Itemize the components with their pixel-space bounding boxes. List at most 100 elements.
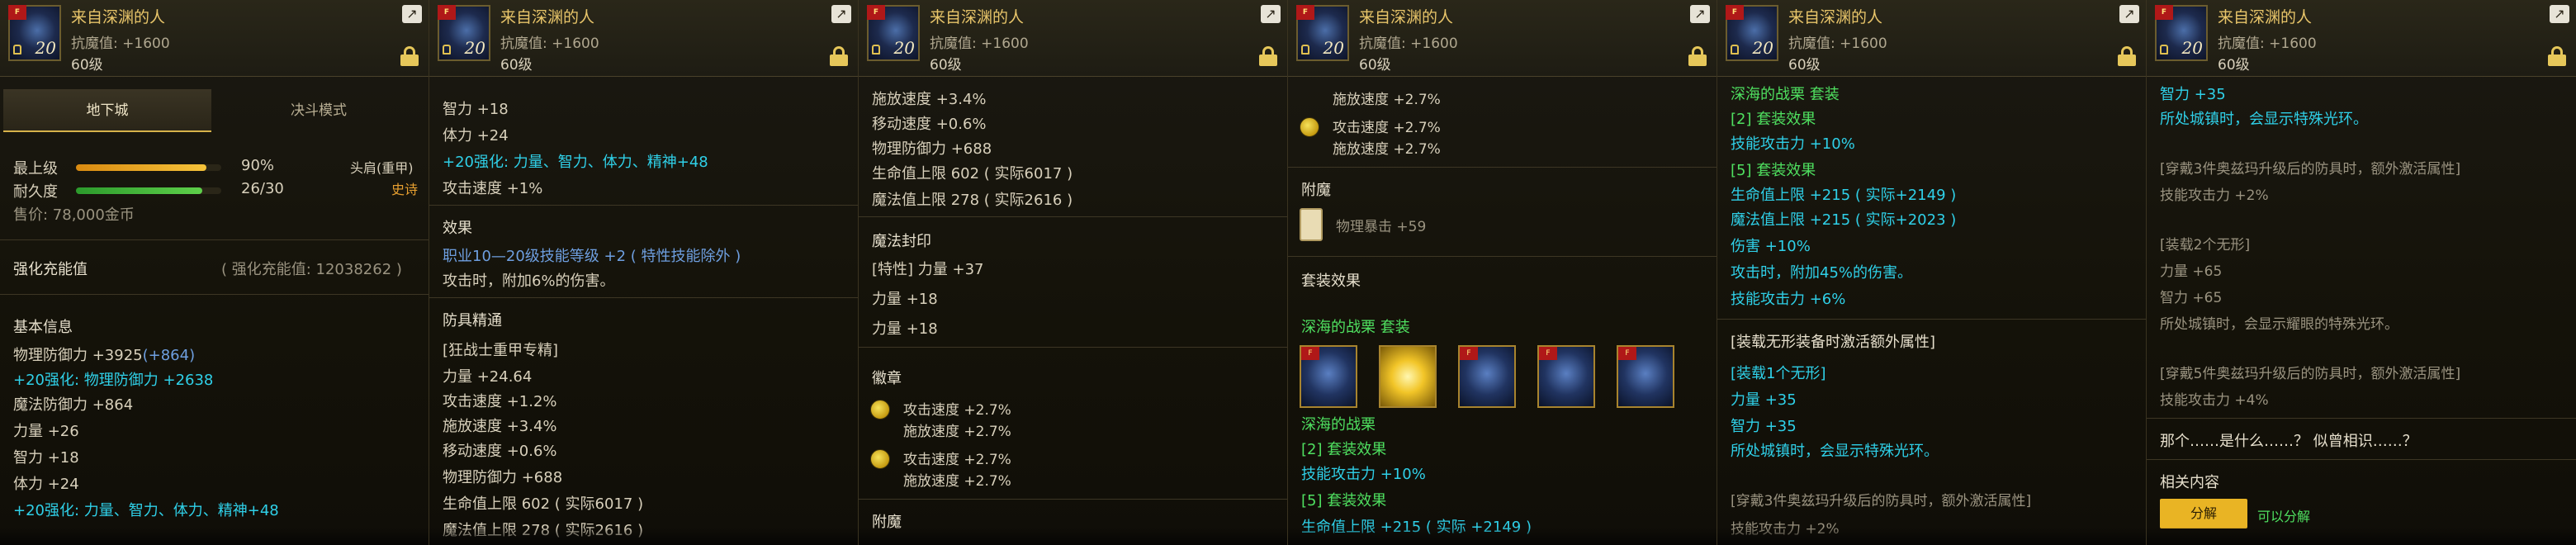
emblem-cast-top: 施放速度 +2.7% xyxy=(1333,92,1441,108)
ozma-3-line: 技能攻击力 +2% xyxy=(2160,187,2269,204)
share-icon[interactable]: ↗ xyxy=(1261,5,1281,23)
tooltip-panel-5: F 20 来自深渊的人 抗魔值: +1600 60级 ↗ 深海的战栗 套装 [2… xyxy=(1717,0,2147,545)
item-header: F 20 来自深渊的人 抗魔值: +1600 60级 ↗ xyxy=(2147,0,2576,77)
can-decompose-label: 可以分解 xyxy=(2257,509,2311,524)
lock-icon[interactable] xyxy=(1259,46,1277,66)
set-5-atk-extra: 攻击时，附加45%的伤害。 xyxy=(1731,264,1913,282)
icon-tag: F xyxy=(1726,5,1744,20)
lock-icon[interactable] xyxy=(830,46,848,66)
mastery-sub: [狂战士重甲专精] xyxy=(443,342,559,359)
tooltip-strip: F 20 来自深渊的人 抗魔值: +1600 60级 ↗ 地下城 决斗模式 最上… xyxy=(0,0,2576,545)
atk-speed: 攻击速度 +1% xyxy=(443,180,543,197)
stat-int: 智力 +18 xyxy=(13,449,79,467)
flavor-text: 那个……是什么……？ 似曾相识……？ xyxy=(2160,433,2417,450)
ozma-3: [穿戴3件奥兹玛升级后的防具时，额外激活属性] xyxy=(2160,161,2461,178)
phys-def: 物理防御力 +688 xyxy=(872,140,992,158)
atk-extra-dmg: 攻击时，附加6%的伤害。 xyxy=(443,272,615,290)
item-icon[interactable]: F 20 xyxy=(8,5,61,61)
emblem-2-atk: 攻击速度 +2.7% xyxy=(903,452,1011,468)
item-name: 来自深渊的人 xyxy=(930,8,1025,26)
set-2-line: 技能攻击力 +10% xyxy=(1301,466,1426,483)
item-level: 60级 xyxy=(1359,57,1391,73)
sell-price: 售价: 78,000金币 xyxy=(13,206,135,224)
icon-lock-icon xyxy=(1731,45,1739,54)
ozma-note: [穿戴3件奥兹玛升级后的防具时，额外激活属性] xyxy=(1731,493,2032,509)
basic-info-title: 基本信息 xyxy=(13,319,73,336)
enchant-crit: 物理暴击 +59 xyxy=(1336,219,1427,235)
effect-title: 效果 xyxy=(443,220,472,237)
shapeless-int: 智力 +35 xyxy=(1731,418,1797,435)
set-piece-icon[interactable]: F xyxy=(1300,345,1357,408)
grade-bar xyxy=(76,164,221,171)
lock-icon[interactable] xyxy=(400,46,419,66)
set-2-line: 技能攻击力 +10% xyxy=(1731,135,1855,153)
tab-dungeon[interactable]: 地下城 xyxy=(3,89,211,132)
mag-def: 魔法防御力 +864 xyxy=(13,396,134,414)
icon-lock-icon xyxy=(13,45,21,54)
set-piece-icon[interactable]: F xyxy=(1458,345,1516,408)
decompose-button[interactable]: 分解 xyxy=(2160,499,2247,528)
set-5-label: [5] 套装效果 xyxy=(1731,162,1816,179)
item-icon[interactable]: F 20 xyxy=(1726,5,1778,61)
item-resist: 抗魔值: +1600 xyxy=(1788,36,1887,52)
item-level: 60级 xyxy=(71,57,103,73)
icon-lock-icon xyxy=(872,45,880,54)
set-5-label: [5] 套装效果 xyxy=(1301,492,1387,509)
item-resist: 抗魔值: +1600 xyxy=(500,36,599,52)
item-icon[interactable]: F 20 xyxy=(867,5,920,61)
stat-str: 力量 +26 xyxy=(13,423,79,440)
share-icon[interactable]: ↗ xyxy=(402,5,422,23)
emblem-icon[interactable] xyxy=(870,449,890,469)
set-piece-icon[interactable] xyxy=(1379,345,1437,408)
mode-tabs: 地下城 决斗模式 xyxy=(0,89,429,132)
share-icon[interactable]: ↗ xyxy=(2119,5,2139,23)
r20-stats: +20强化: 力量、智力、体力、精神+48 xyxy=(443,154,708,171)
set-name: 深海的战栗 套装 xyxy=(1301,319,1410,336)
mastery-title: 防具精通 xyxy=(443,312,502,329)
icon-level: 20 xyxy=(893,38,915,58)
hp-max: 生命值上限 602 ( 实际6017 ) xyxy=(872,165,1073,182)
emblem-icon[interactable] xyxy=(1300,117,1319,137)
icon-level: 20 xyxy=(1323,38,1344,58)
tab-pvp[interactable]: 决斗模式 xyxy=(215,89,423,132)
reinforce-value: ( 强化充能值: 12038262 ) xyxy=(221,261,402,278)
enchant-card-icon[interactable] xyxy=(1300,208,1323,241)
item-icon[interactable]: F 20 xyxy=(438,5,490,61)
set-piece-icon[interactable]: F xyxy=(1537,345,1595,408)
stat-vit: 体力 +24 xyxy=(13,476,79,493)
lock-icon[interactable] xyxy=(1688,46,1707,66)
seal-str-1: 力量 +18 xyxy=(872,291,938,308)
icon-tag: F xyxy=(867,5,885,20)
item-header: F 20 来自深渊的人 抗魔值: +1600 60级 ↗ xyxy=(1717,0,2146,77)
icon-lock-icon xyxy=(1301,45,1309,54)
related-title: 相关内容 xyxy=(2160,474,2219,491)
emblem-cast: 施放速度 +2.7% xyxy=(1333,141,1441,158)
item-name: 来自深渊的人 xyxy=(500,8,595,26)
item-name: 来自深渊的人 xyxy=(1359,8,1454,26)
tooltip-panel-3: F 20 来自深渊的人 抗魔值: +1600 60级 ↗ 施放速度 +3.4% … xyxy=(859,0,1288,545)
lock-icon[interactable] xyxy=(2118,46,2136,66)
phys-def: 物理防御力 +3925(+864) xyxy=(13,347,196,364)
item-name: 来自深渊的人 xyxy=(1788,8,1883,26)
item-icon[interactable]: F 20 xyxy=(1296,5,1349,61)
icon-tag: F xyxy=(8,5,26,20)
share-icon[interactable]: ↗ xyxy=(831,5,851,23)
lock-icon[interactable] xyxy=(2548,46,2566,66)
share-icon[interactable]: ↗ xyxy=(2550,5,2569,23)
emblem-2-cast: 施放速度 +2.7% xyxy=(903,473,1011,490)
set-2-label: [2] 套装效果 xyxy=(1301,441,1387,458)
set-piece-icon[interactable]: F xyxy=(1617,345,1674,408)
slot-type: 头肩(重甲) xyxy=(350,160,414,176)
shapeless-2-int: 智力 +65 xyxy=(2160,290,2223,306)
tooltip-panel-4: F 20 来自深渊的人 抗魔值: +1600 60级 ↗ 施放速度 +2.7% … xyxy=(1288,0,1717,545)
set-5-skill-atk: 技能攻击力 +6% xyxy=(1731,291,1846,308)
share-icon[interactable]: ↗ xyxy=(1690,5,1710,23)
grade-value: 90% xyxy=(241,157,275,174)
item-icon[interactable]: F 20 xyxy=(2155,5,2208,61)
emblem-icon[interactable] xyxy=(870,400,890,419)
tooltip-panel-6: F 20 来自深渊的人 抗魔值: +1600 60级 ↗ 智力 +35 所处城镇… xyxy=(2147,0,2576,545)
emblem-1-cast: 施放速度 +2.7% xyxy=(903,424,1011,440)
move-speed: 移动速度 +0.6% xyxy=(872,116,987,133)
cast-speed: 施放速度 +3.4% xyxy=(872,91,987,108)
item-name: 来自深渊的人 xyxy=(2218,8,2313,26)
